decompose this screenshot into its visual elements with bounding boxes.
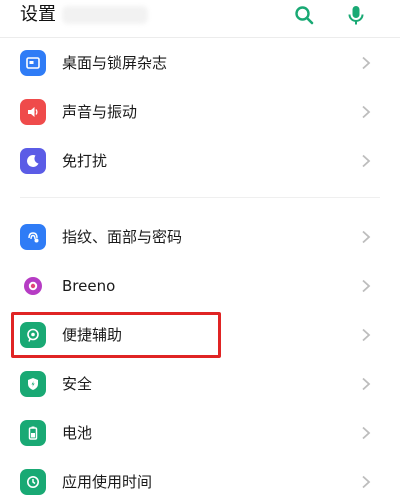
speaker-icon xyxy=(20,99,46,125)
settings-item-convenient-assist[interactable]: 便捷辅助 xyxy=(0,311,400,359)
chevron-right-icon xyxy=(359,377,373,391)
item-label: 便捷辅助 xyxy=(62,326,123,344)
item-label: 声音与振动 xyxy=(62,103,138,121)
item-label: 安全 xyxy=(62,375,93,393)
assistive-icon xyxy=(20,322,46,348)
chevron-right-icon xyxy=(359,328,373,342)
item-label: 电池 xyxy=(62,424,93,442)
item-label: 免打扰 xyxy=(62,152,108,170)
settings-item-security[interactable]: 安全 xyxy=(0,360,400,408)
page-title: 设置 xyxy=(20,4,56,25)
blurred-title-area xyxy=(62,6,148,24)
chevron-right-icon xyxy=(359,105,373,119)
chevron-right-icon xyxy=(359,154,373,168)
settings-screen: 设置 桌面与锁屏杂志 声音与振动 免打扰 指纹、面部与密码 Breeno 便捷辅… xyxy=(0,0,400,504)
chevron-right-icon xyxy=(359,230,373,244)
settings-item-app-usage-time[interactable]: 应用使用时间 xyxy=(0,458,400,504)
settings-item-breeno[interactable]: Breeno xyxy=(0,262,400,310)
settings-item-fingerprint-face-password[interactable]: 指纹、面部与密码 xyxy=(0,213,400,261)
item-label: 桌面与锁屏杂志 xyxy=(62,54,168,72)
settings-item-do-not-disturb[interactable]: 免打扰 xyxy=(0,137,400,185)
chevron-right-icon xyxy=(359,279,373,293)
settings-item-wallpaper[interactable]: 桌面与锁屏杂志 xyxy=(0,39,400,87)
chevron-right-icon xyxy=(359,475,373,489)
item-label: 指纹、面部与密码 xyxy=(62,228,183,246)
wallpaper-icon xyxy=(20,50,46,76)
settings-item-sound[interactable]: 声音与振动 xyxy=(0,88,400,136)
moon-icon xyxy=(20,148,46,174)
header: 设置 xyxy=(0,0,400,36)
microphone-icon[interactable] xyxy=(343,2,369,28)
fingerprint-face-icon xyxy=(20,224,46,250)
usage-time-icon xyxy=(20,469,46,495)
chevron-right-icon xyxy=(359,426,373,440)
item-label: Breeno xyxy=(62,277,116,295)
chevron-right-icon xyxy=(359,56,373,70)
shield-icon xyxy=(20,371,46,397)
search-icon[interactable] xyxy=(291,2,317,28)
group-divider xyxy=(20,197,380,198)
breeno-icon xyxy=(20,273,46,299)
battery-icon xyxy=(20,420,46,446)
header-divider xyxy=(0,37,400,38)
item-label: 应用使用时间 xyxy=(62,473,153,491)
settings-item-battery[interactable]: 电池 xyxy=(0,409,400,457)
